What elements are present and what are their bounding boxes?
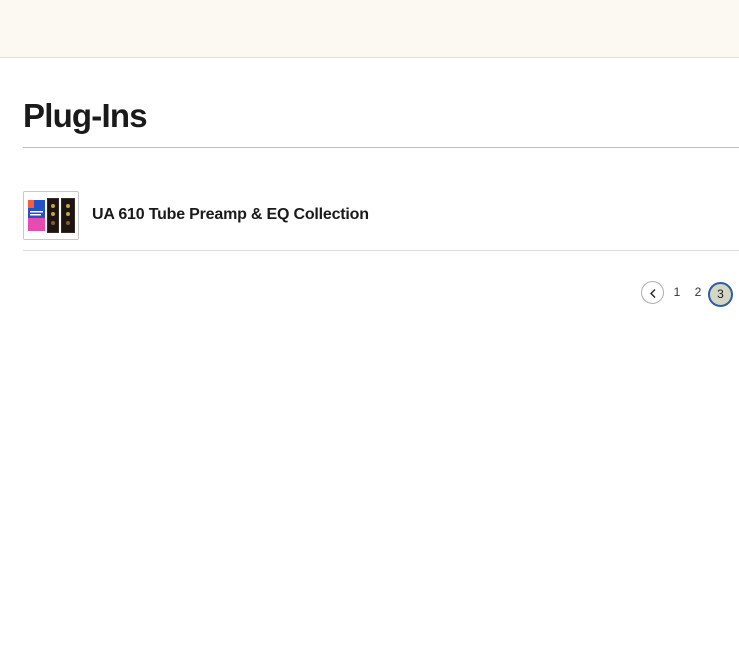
previous-page-button[interactable] [641,281,664,304]
product-thumbnail[interactable] [23,191,79,240]
page-link-2[interactable]: 2 [687,281,709,304]
product-list-item[interactable]: UA 610 Tube Preamp & EQ Collection [23,191,739,251]
current-page-indicator[interactable]: 3 [708,282,733,307]
chevron-left-icon [650,289,656,298]
pagination: 1 2 3 [641,281,735,307]
page-link-1[interactable]: 1 [666,281,688,304]
title-divider [23,147,739,148]
site-header [0,0,739,58]
page-title: Plug-Ins [23,97,148,134]
product-name[interactable]: UA 610 Tube Preamp & EQ Collection [92,204,369,226]
